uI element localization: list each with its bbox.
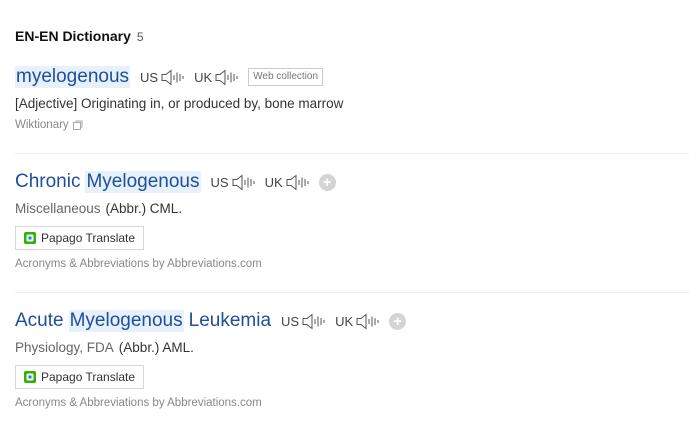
speaker-icon[interactable]	[215, 68, 239, 86]
speaker-icon[interactable]	[356, 312, 380, 330]
dictionary-section-title: EN-EN Dictionary 5	[15, 28, 144, 44]
headword-part[interactable]: Myelogenous	[85, 171, 201, 193]
definition: (Abbr.) CML.	[105, 201, 183, 216]
pron-us: US	[281, 312, 326, 330]
headword-link[interactable]: Acute Myelogenous Leukemia	[15, 310, 271, 332]
dictionary-entry-1: myelogenous US UK Web collection [Adject…	[15, 64, 689, 131]
category-label: Miscellaneous	[15, 201, 101, 216]
pron-label: UK	[194, 69, 213, 85]
pron-label: US	[140, 69, 159, 85]
headword-part[interactable]: Leukemia	[189, 310, 271, 332]
definition: (Abbr.) AML.	[118, 340, 194, 355]
add-to-wordbook-icon[interactable]: +	[318, 173, 336, 191]
web-collection-badge: Web collection	[248, 68, 324, 86]
speaker-icon[interactable]	[286, 173, 310, 191]
source-link[interactable]: Acronyms & Abbreviations by Abbreviation…	[15, 397, 689, 409]
papago-translate-button[interactable]: Papago Translate	[15, 226, 145, 250]
add-to-wordbook-icon[interactable]: +	[389, 312, 407, 330]
definition-row: Miscellaneous (Abbr.) CML.	[15, 201, 689, 216]
speaker-icon[interactable]	[161, 68, 185, 86]
pron-us: US	[140, 68, 185, 86]
papago-logo-icon	[24, 371, 36, 383]
papago-logo-icon	[24, 232, 36, 244]
pron-uk: UK	[335, 312, 380, 330]
pron-label: UK	[264, 174, 283, 190]
headword-part[interactable]: Acute	[15, 310, 64, 332]
source-link[interactable]: Acronyms & Abbreviations by Abbreviation…	[15, 258, 689, 270]
headword-part[interactable]: Myelogenous	[68, 310, 184, 332]
headword-link[interactable]: Chronic Myelogenous	[15, 171, 201, 193]
pron-label: UK	[335, 313, 354, 329]
speaker-icon[interactable]	[302, 312, 326, 330]
headword-link[interactable]: myelogenous	[15, 66, 131, 88]
speaker-icon[interactable]	[232, 173, 256, 191]
result-count: 5	[136, 30, 144, 44]
pron-us: US	[210, 173, 256, 191]
pron-uk: UK	[264, 173, 310, 191]
source-link[interactable]: Wiktionary	[15, 119, 689, 131]
divider	[15, 153, 689, 154]
pron-uk: UK	[194, 68, 239, 86]
category-label: Physiology, FDA	[15, 340, 114, 355]
external-link-icon[interactable]	[72, 120, 83, 131]
papago-translate-button[interactable]: Papago Translate	[15, 365, 145, 389]
definition: [Adjective] Originating in, or produced …	[15, 96, 344, 111]
dictionary-entry-2: Chronic Myelogenous US UK + Miscellaneou…	[15, 169, 689, 270]
pron-label: US	[210, 174, 229, 190]
headword-part[interactable]: myelogenous	[15, 66, 131, 88]
definition-row: Physiology, FDA (Abbr.) AML.	[15, 340, 689, 355]
dictionary-entry-3: Acute Myelogenous Leukemia US UK + Physi…	[15, 308, 689, 409]
pron-label: US	[281, 313, 300, 329]
headword-part[interactable]: Chronic	[15, 171, 80, 193]
divider	[15, 292, 689, 293]
